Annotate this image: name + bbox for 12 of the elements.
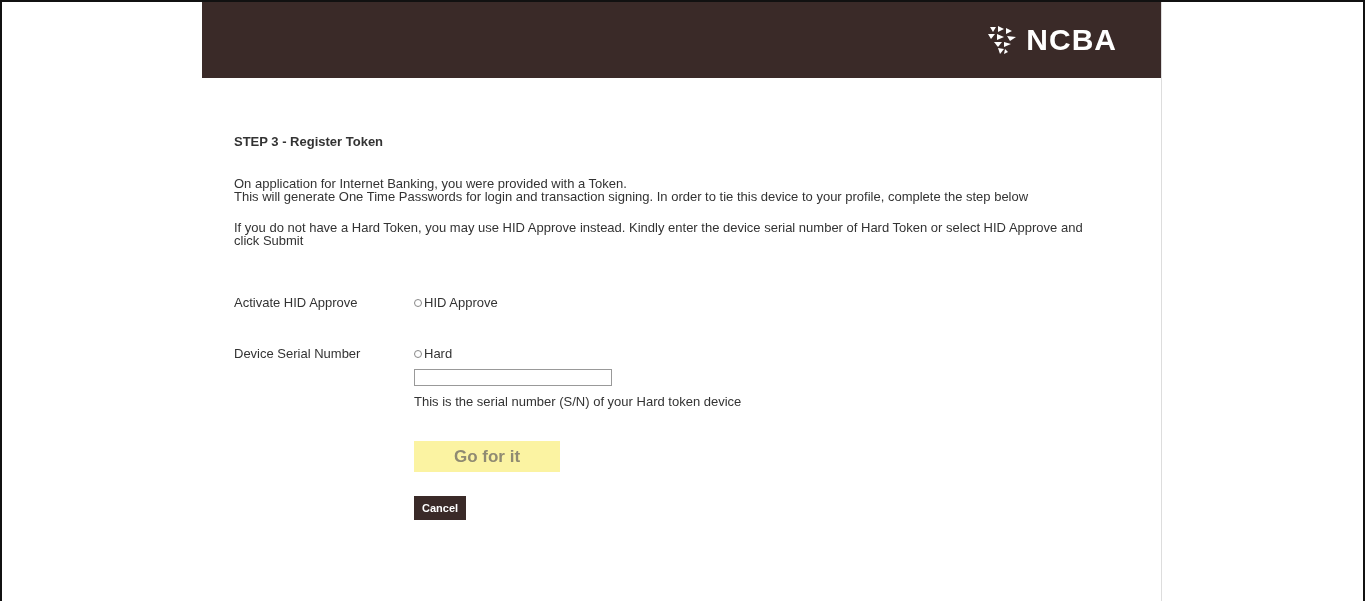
instructions-text: If you do not have a Hard Token, you may use HID Approve instead. Kindly enter the device serial number of Hard Token or select HID Approve and click Submit [234,221,1084,247]
radio-option[interactable]: Hard [414,346,453,361]
hint-text: This is the serial number (S/N) of your Hard token device [414,394,742,409]
intro-text: On application for Internet Banking, you were provided with a Token. [234,177,628,190]
serial-number-field[interactable] [414,369,612,386]
radio-option[interactable]: HID Approve [414,295,498,310]
intro-text: This will generate One Time Passwords for login and transaction signing. In order to tie this device to your profile, complete the step below [234,190,1030,203]
logo-text: NCBA [1026,23,1117,57]
step-title: STEP 3 - Register Token [234,134,385,149]
cancel-button[interactable]: Cancel [414,496,467,520]
field-label: Device Serial Number [234,346,362,363]
field-label: Activate HID Approve [234,295,359,310]
